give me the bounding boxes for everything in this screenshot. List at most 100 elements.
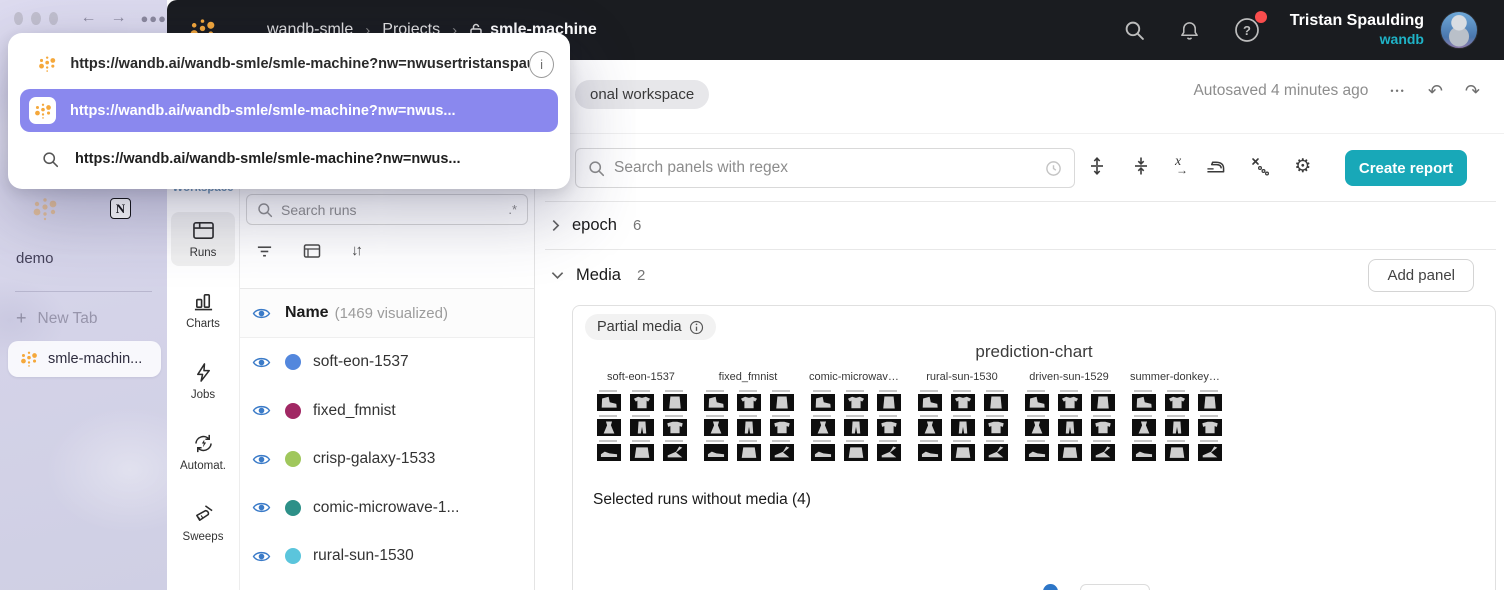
prediction-thumbnail[interactable] bbox=[1163, 415, 1189, 436]
prediction-thumbnail[interactable] bbox=[916, 390, 942, 411]
prediction-thumbnail[interactable] bbox=[628, 390, 654, 411]
eye-icon[interactable] bbox=[252, 452, 271, 467]
run-name[interactable]: rural-sun-1530 bbox=[313, 547, 414, 565]
url-suggestion-row-selected[interactable]: https://wandb.ai/wandb-smle/smle-machine… bbox=[20, 89, 558, 132]
runs-search-box[interactable]: .* bbox=[246, 194, 528, 225]
prediction-thumbnail[interactable] bbox=[1056, 415, 1082, 436]
notion-app-icon[interactable]: N bbox=[110, 198, 131, 219]
prediction-thumbnail[interactable] bbox=[982, 390, 1008, 411]
eye-icon[interactable] bbox=[252, 549, 271, 564]
sort-icon[interactable]: ↓↑ bbox=[351, 242, 363, 259]
prediction-thumbnail[interactable] bbox=[1163, 440, 1189, 461]
prediction-thumbnail[interactable] bbox=[768, 440, 794, 461]
prediction-thumbnail[interactable] bbox=[1056, 390, 1082, 411]
eye-icon[interactable] bbox=[252, 403, 271, 418]
run-name[interactable]: fixed_fmnist bbox=[313, 402, 396, 420]
prediction-thumbnail[interactable] bbox=[949, 440, 975, 461]
run-name[interactable]: crisp-galaxy-1533 bbox=[313, 450, 435, 468]
outliers-icon[interactable] bbox=[1250, 156, 1270, 176]
prediction-thumbnail[interactable] bbox=[809, 415, 835, 436]
prediction-thumbnail[interactable] bbox=[1130, 440, 1156, 461]
run-row[interactable]: comic-microwave-1... bbox=[240, 484, 534, 533]
prediction-thumbnail[interactable] bbox=[735, 415, 761, 436]
avatar[interactable] bbox=[1440, 11, 1478, 49]
media-run-group[interactable]: fixed_fmnist bbox=[702, 371, 794, 461]
prediction-thumbnail[interactable] bbox=[595, 390, 621, 411]
step-value-box[interactable] bbox=[1080, 584, 1150, 590]
prediction-thumbnail[interactable] bbox=[661, 440, 687, 461]
section-media[interactable]: Media 2 Add panel bbox=[545, 249, 1496, 300]
prediction-thumbnail[interactable] bbox=[768, 415, 794, 436]
url-search-row[interactable]: https://wandb.ai/wandb-smle/smle-machine… bbox=[20, 141, 558, 177]
run-row[interactable]: fixed_fmnist bbox=[240, 387, 534, 436]
prediction-thumbnail[interactable] bbox=[595, 440, 621, 461]
prediction-thumbnail[interactable] bbox=[1196, 415, 1222, 436]
active-browser-tab[interactable]: smle-machin... bbox=[8, 341, 161, 377]
prediction-thumbnail[interactable] bbox=[875, 440, 901, 461]
prediction-thumbnail[interactable] bbox=[809, 390, 835, 411]
prediction-thumbnail[interactable] bbox=[949, 415, 975, 436]
notifications-button[interactable] bbox=[1179, 20, 1200, 41]
prediction-thumbnail[interactable] bbox=[1163, 390, 1189, 411]
prediction-thumbnail[interactable] bbox=[768, 390, 794, 411]
prediction-thumbnail[interactable] bbox=[702, 415, 728, 436]
prediction-thumbnail[interactable] bbox=[982, 415, 1008, 436]
eye-icon[interactable] bbox=[252, 355, 271, 370]
eye-icon[interactable] bbox=[252, 306, 271, 321]
wandb-app-icon[interactable] bbox=[32, 196, 58, 222]
prediction-thumbnail[interactable] bbox=[1089, 415, 1115, 436]
nav-item-jobs[interactable]: Jobs bbox=[171, 354, 235, 408]
filter-icon[interactable] bbox=[256, 243, 273, 259]
add-panel-button[interactable]: Add panel bbox=[1368, 258, 1474, 292]
regex-toggle[interactable]: .* bbox=[508, 202, 517, 217]
run-row[interactable]: rural-sun-1530 bbox=[240, 532, 534, 581]
prediction-thumbnail[interactable] bbox=[1023, 440, 1049, 461]
section-epoch[interactable]: epoch 6 bbox=[545, 201, 1496, 249]
collapse-panels-icon[interactable] bbox=[1131, 156, 1151, 176]
workspace-menu-button[interactable]: ••• bbox=[1390, 86, 1405, 96]
prediction-thumbnail[interactable] bbox=[842, 440, 868, 461]
window-zoom-button[interactable] bbox=[48, 11, 59, 25]
prediction-thumbnail[interactable] bbox=[628, 415, 654, 436]
prediction-thumbnail[interactable] bbox=[875, 390, 901, 411]
media-run-group[interactable]: driven-sun-1529 bbox=[1023, 371, 1115, 461]
media-panel[interactable]: Partial media prediction-chart soft-eon-… bbox=[572, 305, 1496, 590]
prediction-thumbnail[interactable] bbox=[842, 390, 868, 411]
nav-item-charts[interactable]: Charts bbox=[171, 283, 235, 337]
prediction-thumbnail[interactable] bbox=[982, 440, 1008, 461]
prediction-thumbnail[interactable] bbox=[875, 415, 901, 436]
browser-forward-button[interactable]: → bbox=[110, 10, 126, 26]
prediction-thumbnail[interactable] bbox=[702, 440, 728, 461]
history-clock-icon[interactable] bbox=[1045, 160, 1062, 177]
info-icon[interactable]: i bbox=[529, 50, 554, 78]
smoothing-icon[interactable] bbox=[1205, 157, 1226, 176]
new-tab-button[interactable]: + New Tab bbox=[16, 308, 98, 329]
url-suggestion-row[interactable]: https://wandb.ai/wandb-smle/smle-machine… bbox=[20, 44, 558, 84]
prediction-thumbnail[interactable] bbox=[1089, 390, 1115, 411]
run-row[interactable]: soft-eon-1537 bbox=[240, 338, 534, 387]
workspace-tab[interactable]: onal workspace bbox=[575, 80, 710, 109]
prediction-thumbnail[interactable] bbox=[916, 440, 942, 461]
redo-button[interactable]: ↷ bbox=[1465, 82, 1480, 100]
prediction-thumbnail[interactable] bbox=[661, 415, 687, 436]
prediction-thumbnail[interactable] bbox=[661, 390, 687, 411]
prediction-thumbnail[interactable] bbox=[735, 390, 761, 411]
user-menu[interactable]: Tristan Spaulding wandb bbox=[1290, 11, 1424, 49]
prediction-thumbnail[interactable] bbox=[916, 415, 942, 436]
create-report-button[interactable]: Create report bbox=[1345, 150, 1467, 186]
prediction-thumbnail[interactable] bbox=[1089, 440, 1115, 461]
table-icon[interactable] bbox=[303, 243, 321, 259]
undo-button[interactable]: ↶ bbox=[1428, 82, 1443, 100]
window-minimize-button[interactable] bbox=[31, 11, 41, 25]
run-name[interactable]: soft-eon-1537 bbox=[313, 353, 409, 371]
x-axis-icon[interactable]: x → bbox=[1175, 154, 1188, 177]
panel-search-box[interactable] bbox=[575, 148, 1075, 188]
media-run-group[interactable]: soft-eon-1537 bbox=[595, 371, 687, 461]
run-row[interactable]: crisp-galaxy-1533 bbox=[240, 435, 534, 484]
prediction-thumbnail[interactable] bbox=[1023, 390, 1049, 411]
partial-media-badge[interactable]: Partial media bbox=[585, 314, 716, 340]
runs-search-input[interactable] bbox=[281, 201, 509, 218]
panel-search-input[interactable] bbox=[614, 159, 1045, 177]
prediction-thumbnail[interactable] bbox=[842, 415, 868, 436]
browser-back-button[interactable]: ← bbox=[80, 10, 96, 26]
